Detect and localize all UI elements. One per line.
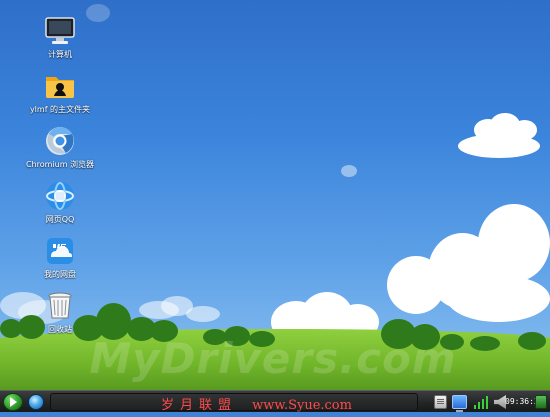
keyboard-icon[interactable] [434, 395, 447, 409]
cloud-decoration [186, 306, 220, 322]
web-qq-icon [43, 179, 77, 213]
brand-text: 岁月联盟 [161, 398, 238, 413]
desktop-icon-chromium[interactable]: Chromium 浏览器 [14, 124, 106, 170]
cloud-drive-icon [43, 234, 77, 268]
cloud-decoration [458, 134, 540, 158]
cloud-decoration [341, 165, 357, 177]
show-desktop-icon[interactable] [535, 395, 547, 409]
network-icon[interactable] [473, 395, 489, 409]
desktop-icon-cloud-drive[interactable]: 我的网盘 [14, 234, 106, 280]
desktop-icon-web-qq[interactable]: 网页QQ [14, 179, 106, 225]
desktop: MyDrivers.com 计算机 ylmf 的主文件夹 Chromium 浏览… [0, 0, 550, 390]
tree-decoration [470, 336, 500, 351]
overlay-caption: 岁月联盟 www.Syue.com [161, 394, 441, 417]
trash-icon [43, 289, 77, 323]
clock: 09:36:37 [505, 397, 544, 406]
cloud-decoration [447, 275, 550, 322]
tree-decoration [518, 332, 546, 350]
desktop-icon-trash[interactable]: 回收站 [14, 289, 106, 335]
start-menu-button[interactable] [3, 393, 23, 411]
desktop-icon-label: ylmf 的主文件夹 [29, 105, 91, 114]
chromium-browser-icon [43, 124, 77, 158]
start-menu-icon [10, 397, 17, 407]
watermark-text: MyDrivers.com [89, 334, 457, 383]
desktop-icon-label: 回收站 [48, 325, 72, 334]
desktop-icon-computer[interactable]: 计算机 [14, 14, 106, 60]
desktop-icon-label: 网页QQ [45, 215, 75, 224]
desktop-icon-label: Chromium 浏览器 [25, 160, 95, 169]
monitor-icon[interactable] [452, 395, 467, 412]
computer-icon [43, 14, 77, 48]
home-folder-icon [43, 69, 77, 103]
cloud-decoration [478, 204, 550, 282]
site-text: www.Syue.com [252, 398, 352, 413]
desktop-icon-label: 计算机 [48, 50, 72, 59]
browser-quicklaunch-icon[interactable] [28, 394, 44, 410]
desktop-icon-label: 我的网盘 [44, 270, 76, 279]
taskbar-window-area[interactable]: 岁月联盟 www.Syue.com [50, 393, 418, 413]
desktop-icon-home-folder[interactable]: ylmf 的主文件夹 [14, 69, 106, 115]
taskbar: 岁月联盟 www.Syue.com 09:36:37 [0, 390, 550, 413]
